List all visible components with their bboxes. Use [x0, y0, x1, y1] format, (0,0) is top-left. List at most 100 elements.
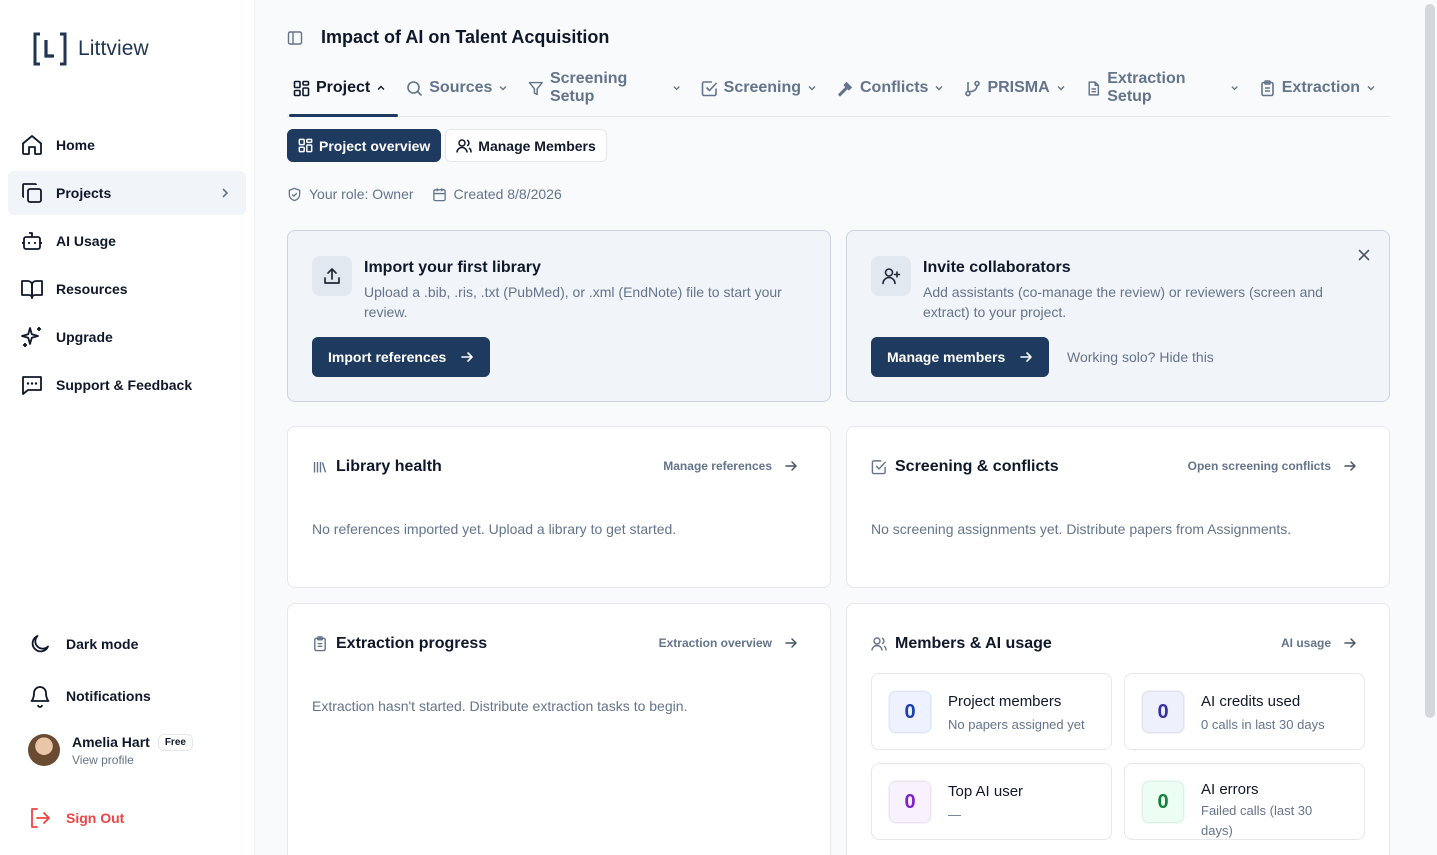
members-ai-usage-card: Members & AI usage AI usage 0 Project me… [846, 603, 1390, 855]
import-library-card: Import your first library Upload a .bib,… [287, 230, 831, 402]
tab-label: Conflicts [860, 79, 929, 96]
arrow-right-icon [785, 638, 797, 648]
sidebar-item-home[interactable]: Home [8, 123, 246, 167]
filter-icon [529, 81, 544, 95]
extraction-progress-header: Extraction progress [312, 635, 487, 653]
chevron-down-icon [1367, 86, 1375, 91]
tab-label: Project [316, 79, 371, 96]
subtab-label: Project overview [319, 137, 431, 154]
stat-label: Top AI user [948, 783, 1024, 800]
tab-prisma[interactable]: PRISMA [958, 70, 1071, 106]
extraction-overview-label: Extraction overview [658, 636, 772, 650]
ai-usage-link[interactable]: AI usage [1281, 636, 1357, 650]
extraction-progress-card: Extraction progress Extraction overview … [287, 603, 831, 855]
dark-mode-label: Dark mode [66, 636, 139, 652]
users-icon [871, 637, 887, 651]
bot-icon [22, 232, 42, 250]
clipboard-icon [1260, 79, 1274, 96]
import-card-description: Upload a .bib, .ris, .txt (PubMed), or .… [364, 284, 782, 320]
manage-members-button[interactable]: Manage members [871, 337, 1050, 377]
sidebar-toggle-icon[interactable] [287, 30, 303, 46]
tab-screening-setup[interactable]: Screening Setup [522, 70, 686, 106]
logo[interactable]: Littview [32, 31, 149, 67]
tab-extraction-setup[interactable]: Extraction Setup [1080, 70, 1245, 106]
sidebar-bottom: Dark mode Notifications Amelia Hart Free… [16, 620, 246, 840]
sparkles-icon [21, 327, 41, 347]
sign-out-button[interactable]: Sign Out [16, 796, 246, 840]
manage-references-link[interactable]: Manage references [663, 459, 798, 473]
tab-label: Extraction [1281, 79, 1360, 96]
sidebar-item-label: Upgrade [56, 329, 113, 345]
sidebar-item-ai-usage[interactable]: AI Usage [8, 219, 246, 263]
import-references-label: Import references [328, 349, 447, 365]
chevron-down-icon [1057, 86, 1065, 91]
open-screening-conflicts-link[interactable]: Open screening conflicts [1188, 459, 1357, 473]
arrow-right-icon [1020, 352, 1033, 362]
git-branch-icon [965, 80, 981, 96]
library-health-title: Library health [336, 458, 442, 475]
notifications-button[interactable]: Notifications [16, 672, 246, 720]
arrow-right-icon [1344, 638, 1356, 648]
role-info: Your role: Owner [287, 186, 414, 202]
checkbox-icon [701, 80, 717, 96]
view-profile-link[interactable]: View profile [72, 753, 193, 767]
user-plus-icon-wrap [871, 256, 911, 296]
dark-mode-toggle[interactable]: Dark mode [16, 620, 246, 668]
stat-ai-credits: 0 AI credits used 0 calls in last 30 day… [1124, 673, 1365, 750]
logo-text: Littview [78, 37, 149, 60]
page-title: Impact of AI on Talent Acquisition [321, 27, 610, 47]
scrollbar[interactable] [1425, 4, 1435, 718]
hide-invite-link[interactable]: Working solo? Hide this [1067, 349, 1214, 365]
sidebar-item-support[interactable]: Support & Feedback [8, 363, 246, 407]
chevron-down-icon [935, 86, 943, 91]
library-icon [313, 462, 327, 473]
upload-icon [324, 268, 340, 284]
projects-icon [22, 183, 42, 203]
members-ai-usage-title: Members & AI usage [895, 635, 1052, 652]
clipboard-icon [314, 636, 326, 652]
chevron-up-icon [377, 85, 385, 90]
user-profile[interactable]: Amelia Hart Free View profile [16, 724, 246, 776]
tab-screening[interactable]: Screening [695, 70, 823, 106]
import-card-title: Import your first library [364, 259, 541, 276]
tab-project[interactable]: Project [287, 70, 399, 117]
arrow-right-icon [785, 461, 797, 471]
subtab-manage-members[interactable]: Manage Members [445, 129, 607, 162]
main-content: Impact of AI on Talent Acquisition Proje… [255, 0, 1437, 855]
import-references-button[interactable]: Import references [312, 337, 491, 377]
extraction-progress-title: Extraction progress [336, 635, 488, 652]
upload-icon-wrap [312, 256, 352, 296]
library-health-card: Library health Manage references No refe… [287, 426, 831, 588]
extraction-empty-text: Extraction hasn't started. Distribute ex… [312, 698, 688, 714]
subtab-project-overview[interactable]: Project overview [287, 129, 442, 162]
sidebar-item-resources[interactable]: Resources [8, 267, 246, 311]
plan-badge: Free [157, 733, 193, 751]
screening-conflicts-header: Screening & conflicts [871, 458, 1059, 476]
extraction-overview-link[interactable]: Extraction overview [659, 636, 798, 650]
stat-value: 0 [888, 690, 932, 734]
users-icon [456, 138, 473, 153]
role-text: Your role: Owner [309, 186, 414, 202]
sign-out-icon [31, 808, 50, 828]
invite-card-title: Invite collaborators [923, 259, 1071, 276]
screening-conflicts-title: Screening & conflicts [895, 458, 1059, 475]
close-icon[interactable] [1357, 248, 1371, 262]
tab-conflicts[interactable]: Conflicts [831, 70, 950, 106]
chevron-down-icon [808, 86, 816, 91]
stat-label: AI errors [1201, 781, 1259, 798]
bell-icon [30, 686, 50, 708]
sidebar-item-projects[interactable]: Projects [8, 171, 246, 215]
sidebar-item-label: Home [56, 137, 95, 153]
stat-sub: — [948, 807, 961, 822]
tab-extraction[interactable]: Extraction [1253, 70, 1382, 106]
manage-members-label: Manage members [887, 349, 1006, 365]
stat-top-ai-user: 0 Top AI user — [871, 763, 1112, 840]
tab-sources[interactable]: Sources [400, 70, 514, 106]
sidebar-item-upgrade[interactable]: Upgrade [8, 315, 246, 359]
manage-references-label: Manage references [663, 459, 772, 473]
chevron-down-icon [672, 86, 680, 91]
stat-label: AI credits used [1201, 693, 1301, 710]
header: Impact of AI on Talent Acquisition [287, 27, 609, 48]
sidebar-item-label: AI Usage [56, 233, 116, 249]
search-icon [407, 80, 423, 96]
